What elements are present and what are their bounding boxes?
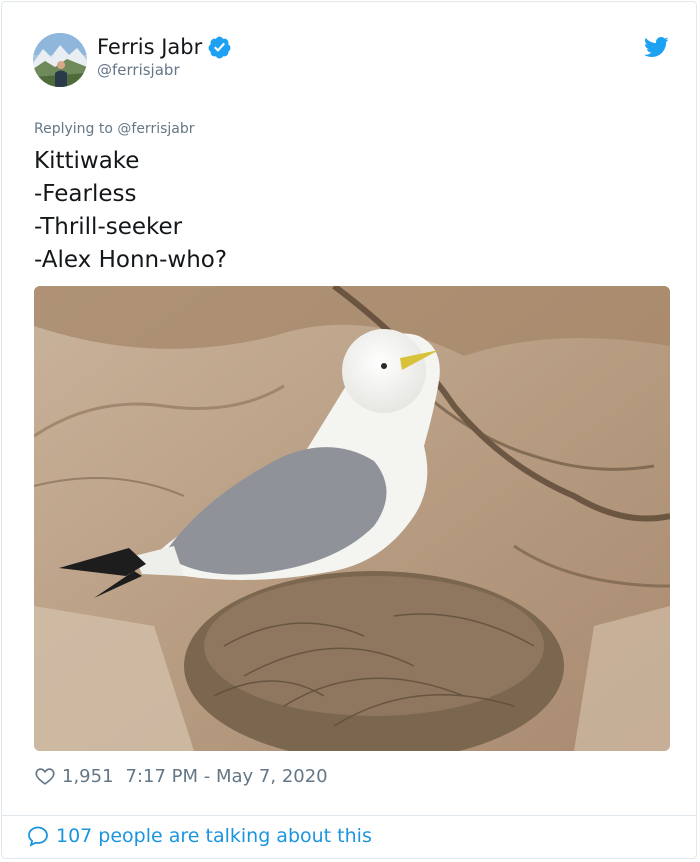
timestamp[interactable]: 7:17 PM - May 7, 2020 [126, 766, 328, 787]
speech-bubble-icon [28, 826, 48, 847]
avatar[interactable] [33, 33, 87, 87]
heart-icon[interactable] [34, 765, 56, 787]
author-name-row[interactable]: Ferris Jabr [97, 34, 232, 60]
twitter-bird-icon[interactable] [643, 34, 669, 60]
like-count[interactable]: 1,951 [62, 766, 114, 787]
reply-context: Replying to @ferrisjabr [34, 121, 195, 137]
author-handle[interactable]: @ferrisjabr [97, 60, 180, 80]
tweet-text: Kittiwake -Fearless -Thrill-seeker -Alex… [34, 148, 228, 273]
tweet-card: Ferris Jabr @ferrisjabr Replying to @fer… [1, 1, 697, 859]
reply-prefix: Replying to [34, 121, 113, 137]
tweet-meta: 1,951 7:17 PM - May 7, 2020 [34, 762, 328, 790]
reply-to-handle[interactable]: @ferrisjabr [117, 121, 194, 137]
conversation-link[interactable]: 107 people are talking about this [26, 824, 372, 848]
conversation-link-label[interactable]: 107 people are talking about this [56, 825, 372, 847]
tweet-photo[interactable] [34, 286, 670, 751]
author-name[interactable]: Ferris Jabr [97, 34, 202, 60]
divider [2, 815, 696, 816]
verified-badge-icon [208, 36, 231, 58]
